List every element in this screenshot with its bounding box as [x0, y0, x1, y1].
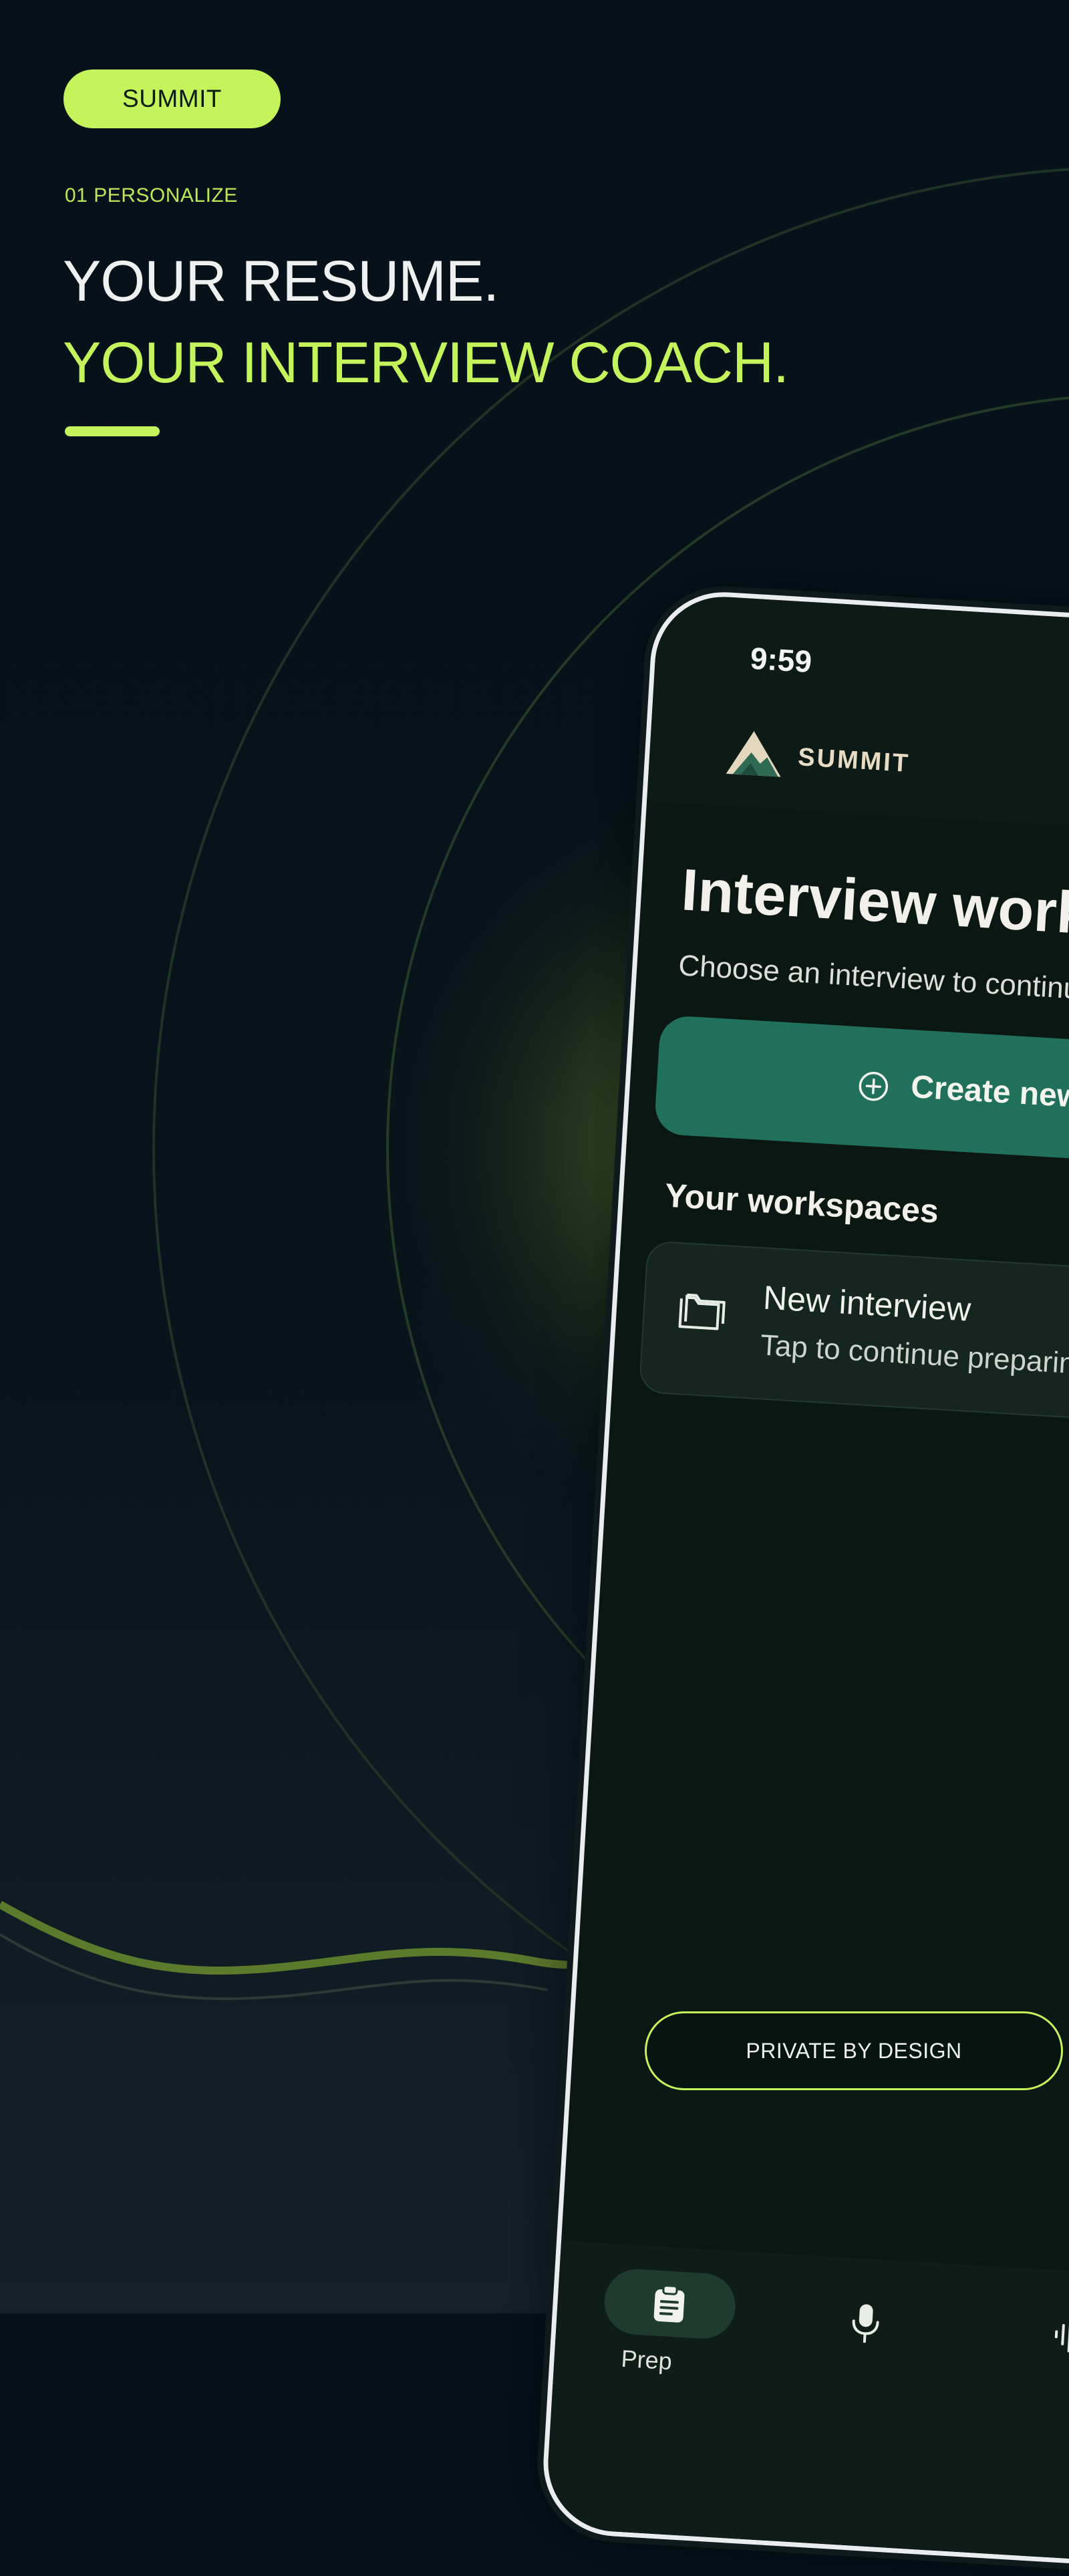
section-title: Your workspaces: [663, 1176, 940, 1230]
page-title: Interview workspaces: [679, 856, 1069, 959]
workspace-title: New interview: [762, 1278, 972, 1328]
step-label: 01 PERSONALIZE: [65, 184, 238, 206]
clipboard-icon: [653, 2285, 685, 2323]
microphone-icon[interactable]: [850, 2302, 881, 2344]
workspace-subtitle: Tap to continue preparing: [759, 1328, 1069, 1381]
brand-pill: SUMMIT: [63, 69, 281, 128]
nav-item-prep-label: Prep: [620, 2344, 673, 2376]
private-by-design-badge: PRIVATE BY DESIGN: [645, 2011, 1063, 2090]
page-subtitle: Choose an interview to continue: [677, 949, 1069, 1007]
workspace-card[interactable]: New interview Tap to continue preparing: [638, 1240, 1069, 1437]
create-new-label: Create new: [909, 1069, 1069, 1115]
plus-circle-icon: [859, 1071, 889, 1101]
status-bar-time: 9:59: [749, 640, 813, 680]
waveform-icon[interactable]: [1051, 2314, 1069, 2356]
accent-underline: [65, 426, 160, 436]
folder-icon: [678, 1293, 726, 1330]
bottom-nav: Prep: [544, 2241, 1069, 2571]
mountain-logo-icon: [726, 731, 781, 777]
create-new-button[interactable]: Create new: [653, 1014, 1069, 1177]
headline-line-2: YOUR INTERVIEW COACH.: [63, 331, 789, 395]
app-header: [647, 593, 1069, 845]
headline-line-1: YOUR RESUME.: [63, 249, 499, 313]
